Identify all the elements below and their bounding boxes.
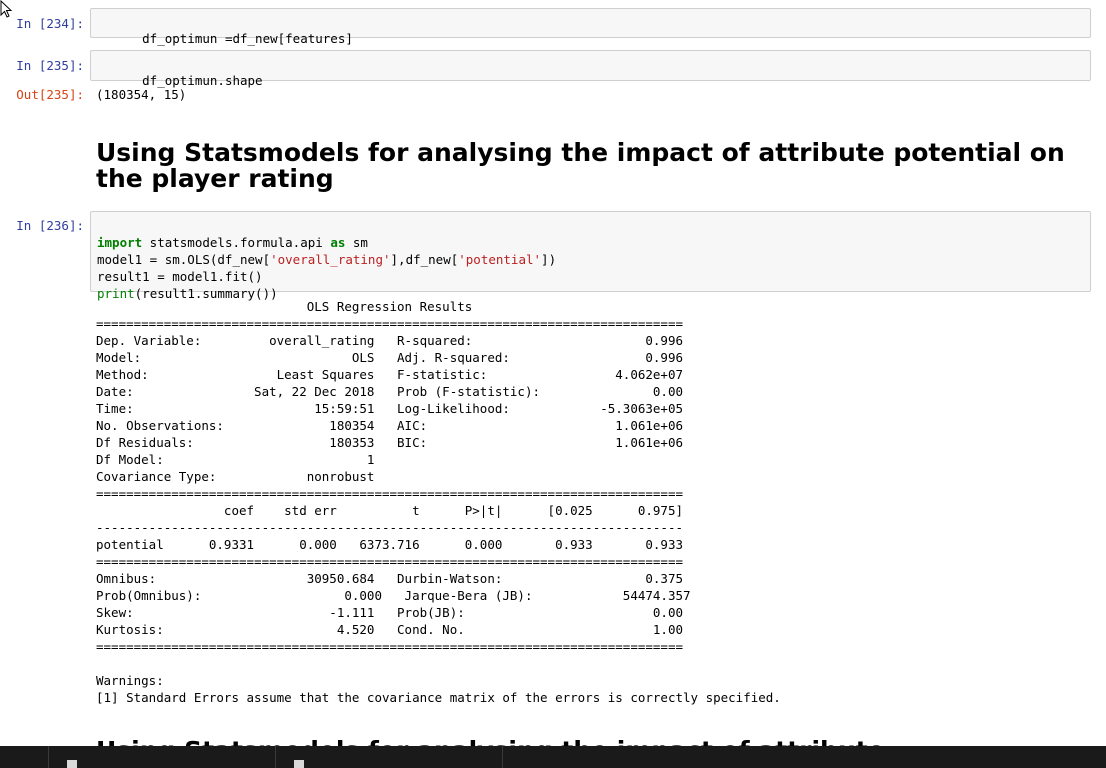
summary-line: No. Observations: 180354 AIC: 1.061e+06	[96, 418, 683, 433]
summary-line: Dep. Variable: overall_rating R-squared:…	[96, 333, 683, 348]
summary-line: Omnibus: 30950.684 Durbin-Watson: 0.375	[96, 571, 683, 586]
code-line-2: model1 = sm.OLS(df_new['overall_rating']…	[97, 251, 1084, 268]
summary-line: Df Model: 1	[96, 452, 683, 467]
taskbar-item[interactable]	[48, 746, 275, 768]
next-heading-peek: Using Statsmodels for analysing the impa…	[96, 738, 996, 746]
summary-line: Model: OLS Adj. R-squared: 0.996	[96, 350, 683, 365]
summary-line: potential 0.9331 0.000 6373.716 0.000 0.…	[96, 537, 683, 552]
code-cell-236: In [236]: import statsmodels.formula.api…	[0, 211, 1106, 301]
summary-line: Covariance Type: nonrobust	[96, 469, 683, 484]
keyword-import: import	[97, 235, 143, 250]
summary-line: ========================================…	[96, 316, 683, 331]
code-cell-235: In [235]: df_optimun.shape Out[235]: (18…	[0, 50, 1106, 108]
code-line-1: import statsmodels.formula.api as sm	[97, 234, 1084, 251]
string-literal: 'overall_rating'	[270, 252, 391, 267]
app-icon	[67, 760, 77, 768]
input-prompt: In [234]:	[16, 16, 84, 31]
string-literal: 'potential'	[458, 252, 542, 267]
next-heading-text: Using Statsmodels for analysing the impa…	[96, 738, 996, 746]
summary-line: coef std err t P>|t| [0.025 0.975]	[96, 503, 683, 518]
summary-line	[96, 655, 781, 672]
summary-line: ========================================…	[96, 554, 683, 569]
keyword-as: as	[330, 235, 346, 250]
summary-line: Skew: -1.111 Prob(JB): 0.00	[96, 605, 683, 620]
summary-line: Prob(Omnibus): 0.000 Jarque-Bera (JB): 5…	[96, 588, 691, 603]
code-cell-234: In [234]: df_optimun =df_new[features]	[0, 8, 1106, 46]
summary-line: ========================================…	[96, 639, 683, 654]
input-prompt: In [236]:	[16, 218, 84, 233]
ols-summary-output: OLS Regression Results =================…	[96, 298, 781, 706]
output-prompt: Out[235]:	[16, 87, 84, 102]
summary-line: OLS Regression Results	[96, 299, 683, 314]
app-icon	[294, 760, 304, 768]
summary-line: ========================================…	[96, 486, 683, 501]
taskbar-item[interactable]	[275, 746, 502, 768]
notebook: In [234]: df_optimun =df_new[features] I…	[0, 0, 1106, 768]
summary-line: Date: Sat, 22 Dec 2018 Prob (F-statistic…	[96, 384, 683, 399]
taskbar-divider	[502, 746, 503, 768]
summary-line: Df Residuals: 180353 BIC: 1.061e+06	[96, 435, 683, 450]
code-text: model1 = sm.OLS(df_new[	[97, 252, 271, 267]
summary-line: Time: 15:59:51 Log-Likelihood: -5.3063e+…	[96, 401, 683, 416]
code-input[interactable]: df_optimun =df_new[features]	[90, 8, 1091, 46]
summary-line: [1] Standard Errors assume that the cova…	[96, 690, 781, 705]
code-text: statsmodels.formula.api	[142, 235, 331, 250]
code-input[interactable]: import statsmodels.formula.api as sm mode…	[90, 211, 1091, 301]
code-input[interactable]: df_optimun.shape	[90, 50, 1091, 88]
summary-line: Kurtosis: 4.520 Cond. No. 1.00	[96, 622, 683, 637]
input-prompt: In [235]:	[16, 58, 84, 73]
summary-line: ----------------------------------------…	[96, 520, 683, 535]
summary-line: Method: Least Squares F-statistic: 4.062…	[96, 367, 683, 382]
code-text: ])	[541, 252, 557, 267]
code-text: ],df_new[	[390, 252, 459, 267]
code-text: sm	[345, 235, 368, 250]
taskbar	[0, 746, 1106, 768]
output-text: (180354, 15)	[96, 87, 187, 102]
markdown-heading: Using Statsmodels for analysing the impa…	[96, 138, 1065, 193]
code-line-3: result1 = model1.fit()	[97, 269, 263, 284]
summary-line: Warnings:	[96, 673, 164, 688]
code-line: df_optimun =df_new[features]	[142, 31, 353, 46]
